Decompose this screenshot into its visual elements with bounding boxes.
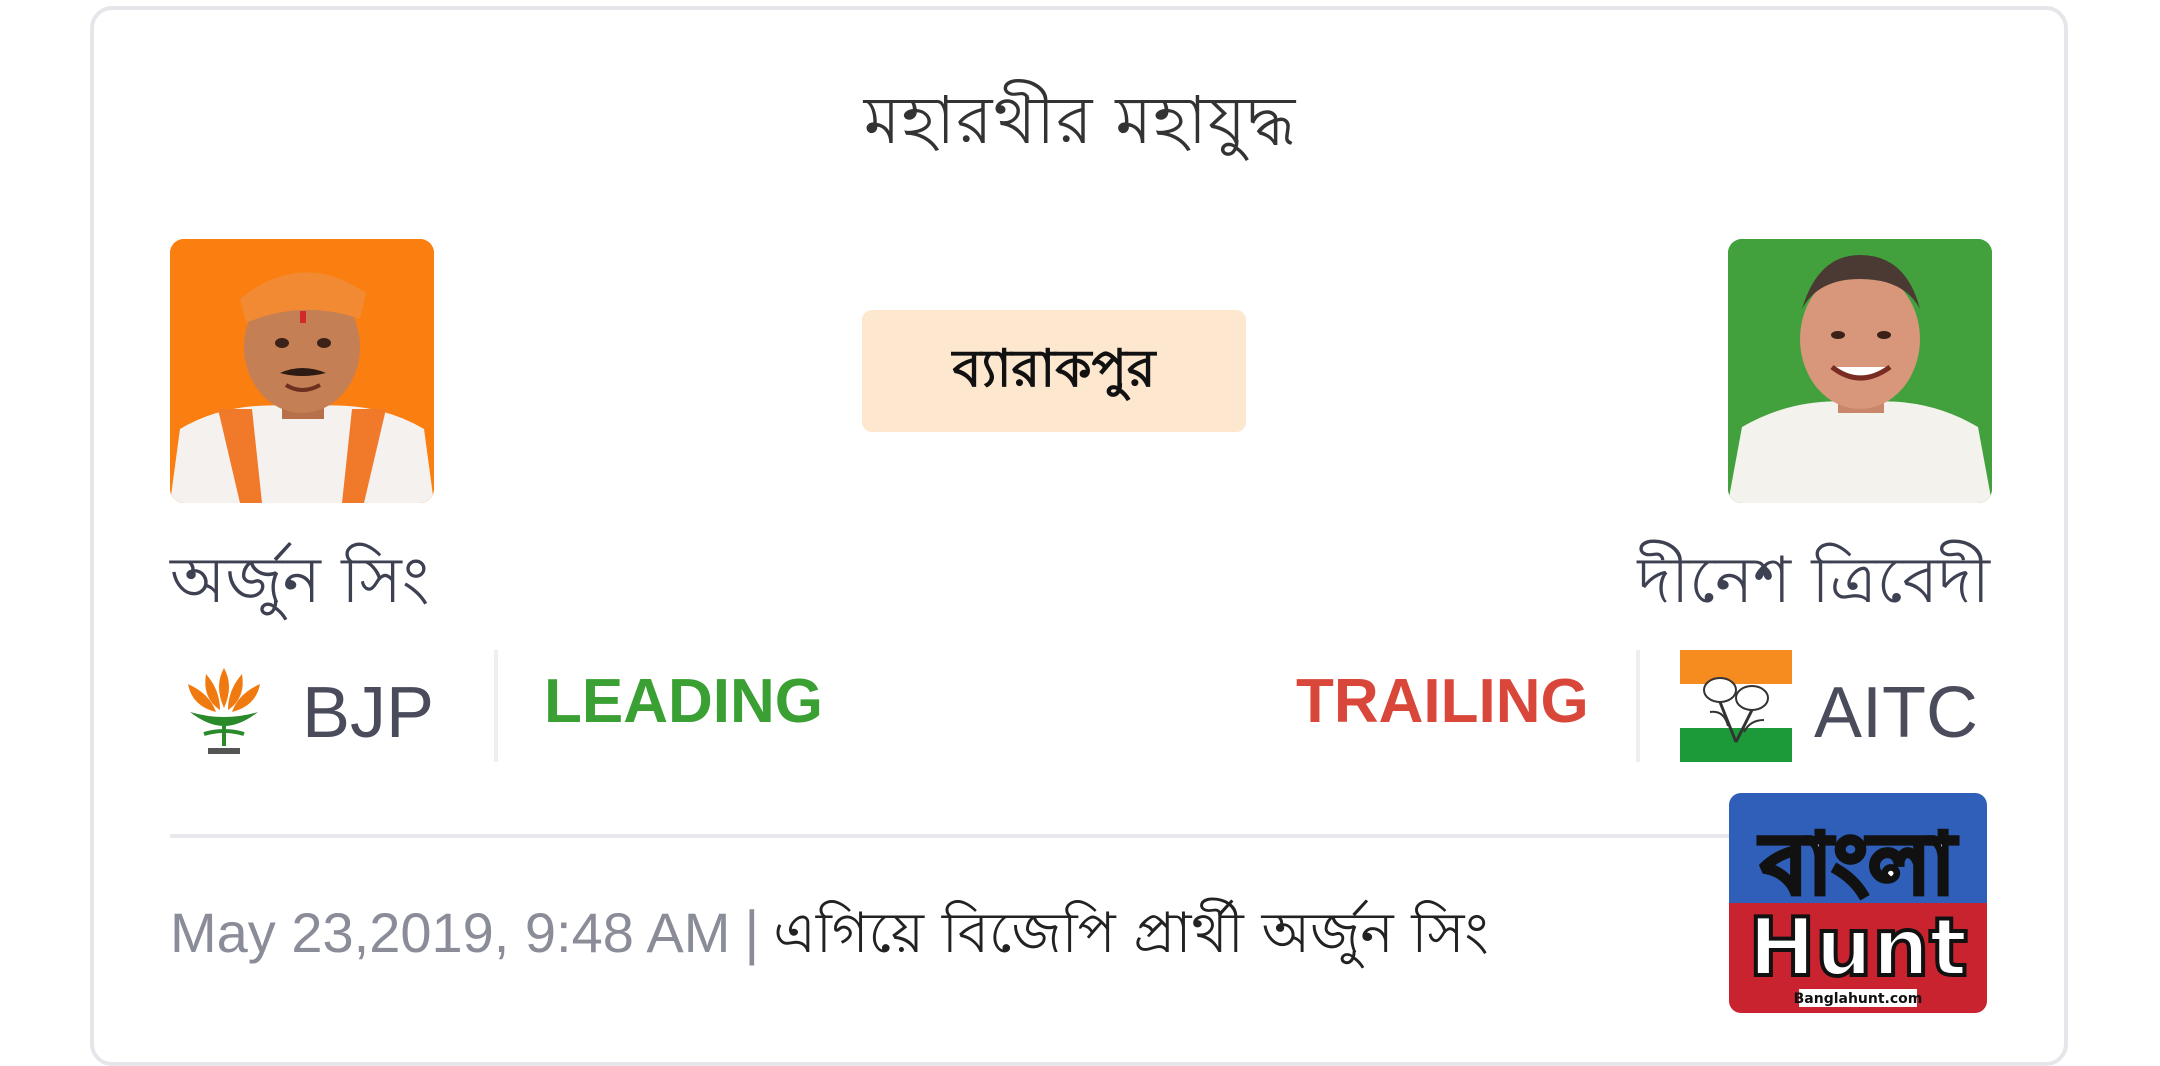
candidate-name-right: দীনেশ ত্রিবেদী [1637,544,1990,618]
status-leading: LEADING [544,667,823,736]
update-headline: এগিয়ে বিজেপি প্রার্থী অর্জুন সিং [773,901,1489,966]
section-divider [170,834,1730,838]
status-trailing: TRAILING [1296,667,1589,736]
party-label-right: AITC [1814,673,1979,753]
svg-text:Banglahunt.com: Banglahunt.com [1794,991,1923,1007]
update-line: May 23,2019, 9:48 AM | এগিয়ে বিজেপি প্রার… [170,890,1489,984]
constituency-badge: ব্যারাকপুর [862,310,1246,432]
lotus-icon [180,660,268,758]
candidate-photo-left [170,239,434,503]
divider-right [1636,650,1640,762]
candidate-name-left: অর্জুন সিং [170,544,430,618]
svg-text:Hunt: Hunt [1748,901,1967,994]
candidate-photo-right [1728,239,1992,503]
party-label-left: BJP [302,673,435,753]
divider-left [494,650,498,762]
update-timestamp: May 23,2019, 9:48 AM [170,901,731,964]
update-separator: | [742,901,762,966]
svg-text:বাংলা: বাংলা [1758,815,1958,913]
flower-icon [1680,650,1792,762]
card-title: মহারথীর মহাযুদ্ধ [863,82,1297,159]
banglahunt-watermark: বাংলা Hunt Banglahunt.com [1729,793,1987,1013]
